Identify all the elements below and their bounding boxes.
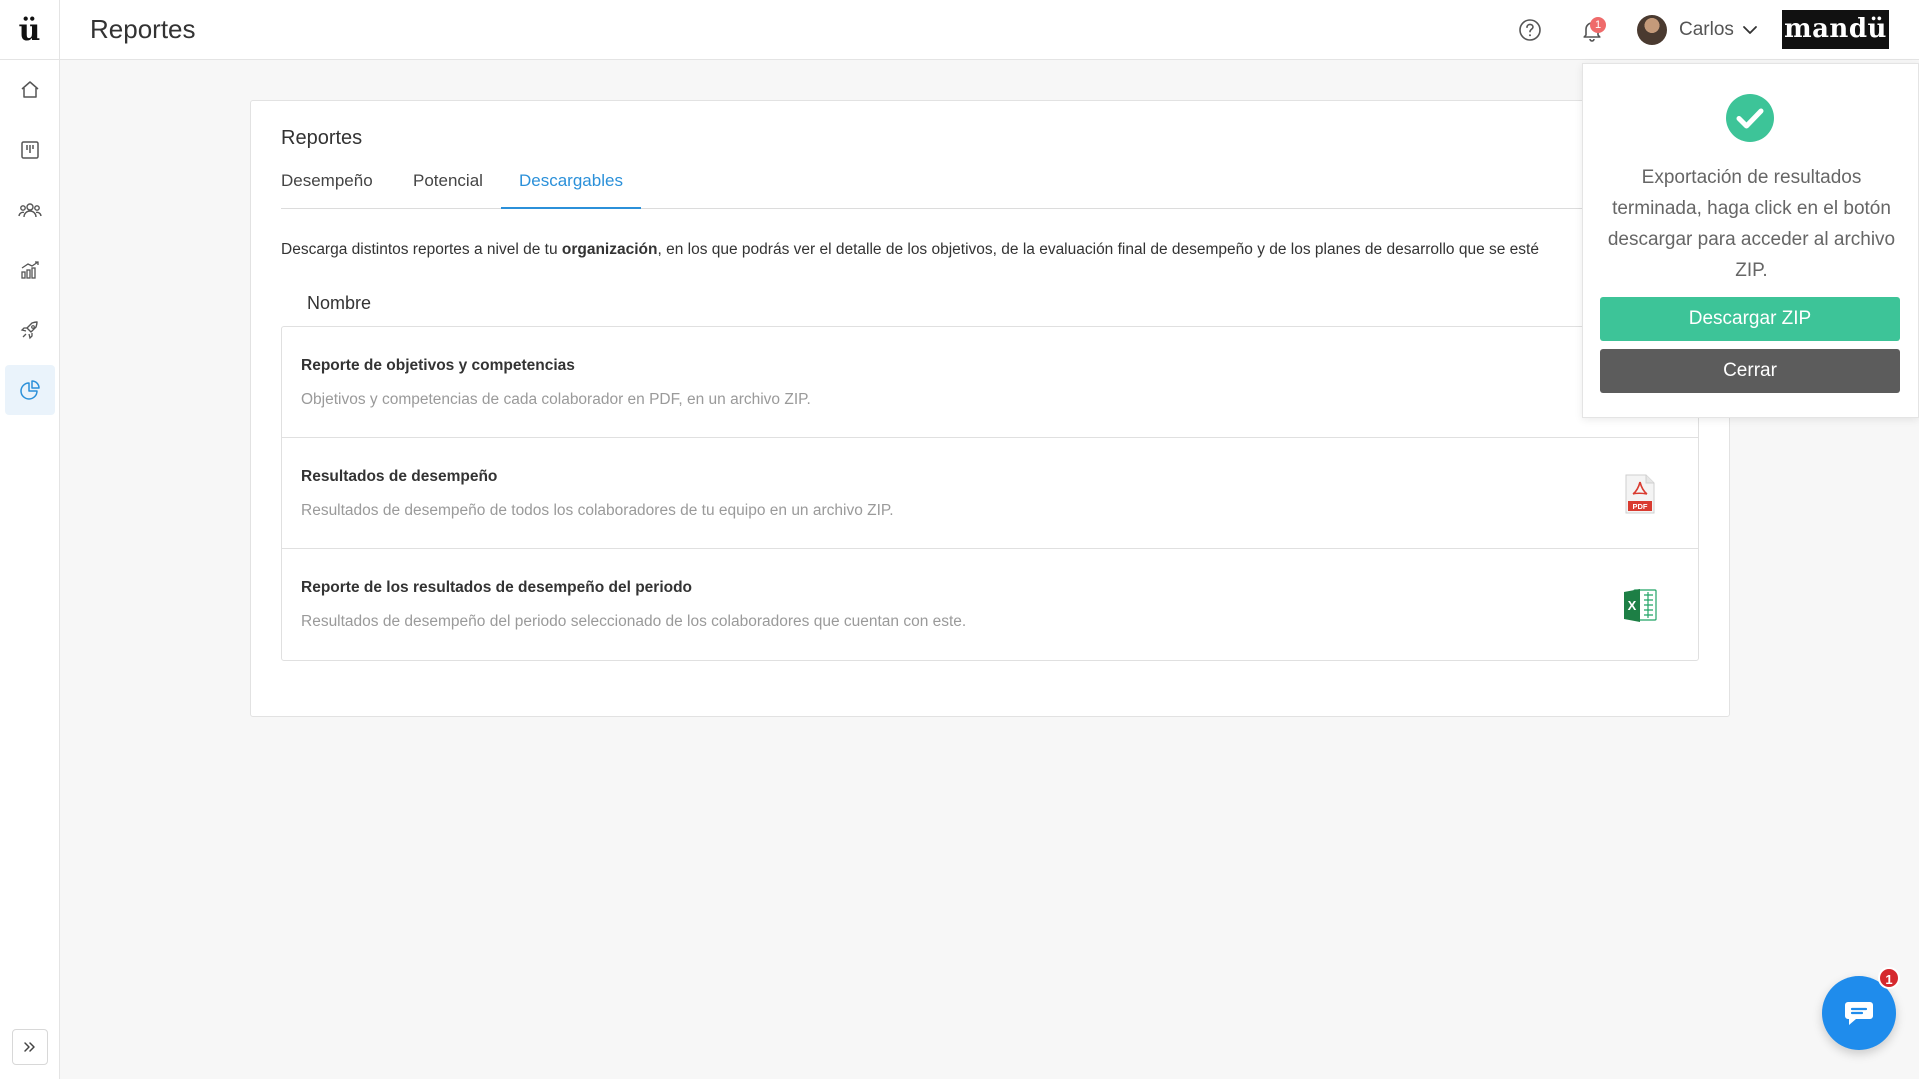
reports-table: Reporte de objetivos y competencias Obje… [281,326,1699,661]
description-bold: organización [561,241,658,258]
report-subtitle: Resultados de desempeño de todos los col… [301,502,894,519]
pie-chart-icon [20,380,40,400]
top-bar: ü Reportes 1 Carlos mandü [0,0,1919,60]
check-circle-icon [1726,94,1774,142]
logo-text: ü [18,12,41,48]
sidebar-item-reports[interactable] [5,365,55,415]
download-zip-button[interactable]: Descargar ZIP [1600,297,1900,341]
chart-growth-icon [21,261,39,279]
report-title: Reporte de objetivos y competencias [301,357,575,374]
sidebar-item-home[interactable] [5,65,55,115]
pdf-file-icon[interactable]: PDF [1620,473,1660,515]
chevron-down-icon[interactable] [1740,20,1760,40]
tab-potencial[interactable]: Potencial [413,165,501,209]
description-prefix: Descarga distintos reportes a nivel de t… [281,241,562,258]
reports-card: Reportes Desempeño Potencial Descargable… [250,100,1730,717]
report-title: Reporte de los resultados de desempeño d… [301,579,693,596]
report-title: Resultados de desempeño [301,468,498,485]
user-avatar[interactable] [1637,15,1667,45]
close-button[interactable]: Cerrar [1600,349,1900,393]
page-title: Reportes [90,14,196,44]
excel-icon-label: X [1628,598,1637,613]
notification-count-badge: 1 [1590,17,1606,33]
description-suffix: , en los que podrás ver el detalle de lo… [657,241,1539,258]
chat-icon [1845,1002,1873,1025]
report-subtitle: Resultados de desempeño del periodo sele… [301,613,967,630]
sidebar-expand-button[interactable] [12,1029,48,1065]
report-row[interactable]: Resultados de desempeño Resultados de de… [282,438,1698,549]
export-notification-panel: Exportación de resultados terminada, hag… [1582,63,1919,418]
sidebar [0,60,60,1079]
double-chevron-right-icon [24,1042,35,1052]
tab-desempeno[interactable]: Desempeño [281,165,391,209]
tab-descargables[interactable]: Descargables [501,165,641,209]
app-logo[interactable]: ü [0,0,60,60]
home-icon [21,81,39,98]
board-icon [21,141,39,159]
sidebar-item-board[interactable] [5,125,55,175]
excel-file-icon[interactable]: X [1620,584,1660,626]
users-icon [18,203,42,218]
sidebar-item-development[interactable] [5,305,55,355]
report-row[interactable]: Reporte de objetivos y competencias Obje… [282,327,1698,438]
column-header-nombre: Nombre [307,293,372,313]
report-subtitle: Objetivos y competencias de cada colabor… [301,391,811,408]
card-title: Reportes [281,127,363,149]
rocket-icon [20,321,38,340]
sidebar-item-performance[interactable] [5,245,55,295]
brand-logo: mandü [1782,10,1889,49]
notification-message: Exportación de resultados terminada, hag… [1607,167,1896,281]
chat-unread-badge: 1 [1878,967,1900,989]
tab-bar: Desempeño Potencial Descargables [281,165,1701,209]
user-name[interactable]: Carlos [1679,19,1734,41]
pdf-icon-label: PDF [1633,502,1648,511]
reports-description: Descarga distintos reportes a nivel de t… [281,241,1661,259]
question-circle-icon[interactable] [1517,17,1543,43]
sidebar-item-users[interactable] [5,185,55,235]
report-row[interactable]: Reporte de los resultados de desempeño d… [282,549,1698,660]
